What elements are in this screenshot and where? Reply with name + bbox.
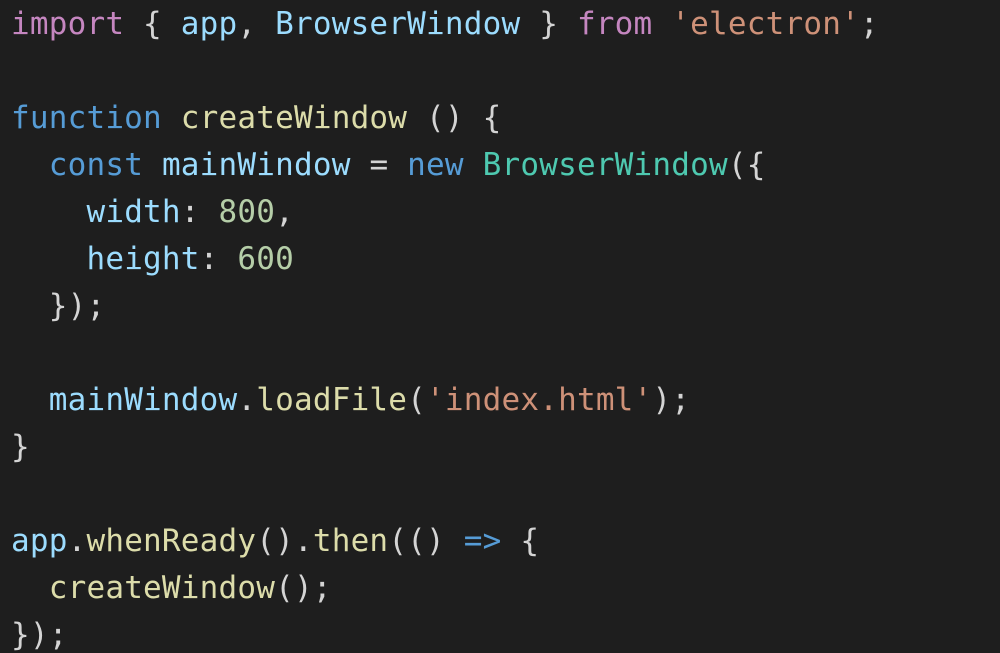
code-token: }	[11, 429, 30, 465]
code-token: new	[407, 147, 464, 183]
code-token: {	[124, 6, 181, 42]
code-token: 'electron'	[671, 6, 860, 42]
code-token: then	[312, 523, 389, 559]
code-token: () {	[407, 100, 502, 136]
code-token: ,	[237, 6, 276, 42]
code-token: (	[407, 382, 427, 418]
code-token: BrowserWindow	[482, 147, 728, 183]
code-token: const	[48, 147, 144, 183]
code-token: });	[11, 288, 106, 324]
code-token: from	[576, 6, 653, 42]
code-token: createWindow	[180, 100, 408, 136]
code-token: =	[350, 147, 408, 183]
code-token: 'index.html'	[426, 382, 653, 418]
code-token: app	[180, 6, 238, 42]
code-token: ();	[275, 570, 332, 606]
code-token: });	[11, 617, 68, 653]
code-token: height	[86, 241, 200, 277]
code-token: );	[652, 382, 691, 418]
code-line[interactable]: width: 800,	[11, 189, 294, 236]
code-line[interactable]: function createWindow () {	[11, 95, 502, 142]
code-token: ().	[256, 523, 313, 559]
code-token: function	[11, 100, 162, 136]
code-line[interactable]: app.whenReady().then(() => {	[11, 518, 539, 565]
code-token: ({	[727, 147, 766, 183]
code-line[interactable]: });	[11, 612, 68, 653]
code-token: 800	[218, 194, 276, 230]
code-line[interactable]: createWindow();	[11, 565, 332, 612]
code-line[interactable]: import { app, BrowserWindow } from 'elec…	[11, 1, 879, 48]
code-token: :	[199, 241, 238, 277]
code-token: mainWindow	[48, 382, 238, 418]
code-token: loadFile	[256, 382, 408, 418]
code-token: BrowserWindow	[275, 6, 521, 42]
code-token: whenReady	[86, 523, 257, 559]
code-token: app	[11, 523, 68, 559]
code-token: :	[180, 194, 219, 230]
code-line[interactable]: mainWindow.loadFile('index.html');	[11, 377, 690, 424]
code-token: {	[501, 523, 540, 559]
code-line[interactable]: }	[11, 424, 30, 471]
code-token: createWindow	[48, 570, 276, 606]
code-token: import	[11, 6, 125, 42]
code-token: .	[67, 523, 87, 559]
code-token: width	[86, 194, 181, 230]
code-line[interactable]: const mainWindow = new BrowserWindow({	[11, 142, 766, 189]
code-line[interactable]: });	[11, 283, 105, 330]
code-token: }	[520, 6, 577, 42]
code-token: ,	[275, 194, 294, 230]
code-token: .	[237, 382, 257, 418]
code-token: mainWindow	[161, 147, 351, 183]
code-line[interactable]: height: 600	[11, 236, 294, 283]
code-token: (()	[388, 523, 464, 559]
code-token: 600	[237, 241, 294, 277]
code-editor[interactable]: import { app, BrowserWindow } from 'elec…	[0, 0, 1000, 653]
code-token: =>	[463, 523, 502, 559]
code-token: ;	[859, 6, 879, 42]
